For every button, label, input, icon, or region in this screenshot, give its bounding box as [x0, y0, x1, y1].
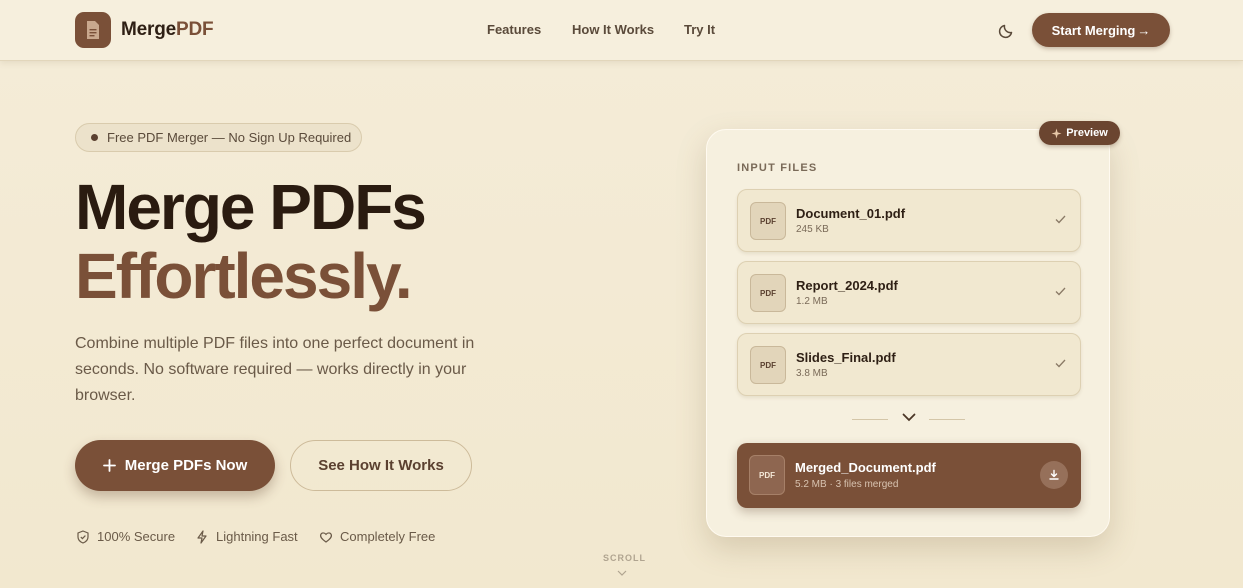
pdf-file-icon: PDF [749, 455, 785, 495]
plus-icon [102, 459, 116, 472]
merge-pdfs-now-button[interactable]: Merge PDFs Now [75, 440, 275, 491]
merge-pdfs-now-label: Merge PDFs Now [124, 457, 248, 474]
badge-text: Free PDF Merger — No Sign Up Required [107, 130, 352, 145]
hero-title-line1: Merge PDFs [75, 171, 427, 243]
input-files-label: INPUT FILES [737, 162, 818, 174]
check-icon [1055, 215, 1066, 224]
scroll-indicator[interactable]: SCROLL [603, 553, 646, 563]
site-header: MergePDF Features How It Works Try It St… [0, 0, 1243, 61]
download-icon [1049, 469, 1059, 480]
file-size: 245 KB [796, 224, 829, 235]
lightning-icon [197, 529, 207, 544]
pdf-file-icon: PDF [750, 202, 786, 240]
feature-free-label: Completely Free [340, 529, 436, 544]
feature-free: Completely Free [319, 529, 435, 544]
feature-fast-label: Lightning Fast [216, 529, 298, 544]
file-row[interactable]: PDF Report_2024.pdf 1.2 MB [737, 261, 1081, 324]
logo-icon[interactable] [75, 12, 111, 48]
file-name: Report_2024.pdf [796, 278, 898, 293]
heart-icon [319, 531, 333, 543]
check-icon [1055, 287, 1066, 296]
divider-left [852, 419, 888, 420]
file-name: Slides_Final.pdf [796, 350, 896, 365]
pdf-file-icon: PDF [750, 346, 786, 384]
merged-output-row[interactable]: PDF Merged_Document.pdf 5.2 MB · 3 files… [737, 443, 1081, 508]
feature-secure-label: 100% Secure [97, 529, 176, 544]
sparkle-icon [1051, 128, 1062, 138]
file-size: 1.2 MB [796, 296, 828, 307]
nav-link-try-it[interactable]: Try It [684, 22, 715, 37]
start-merging-label: Start Merging [1051, 22, 1136, 38]
arrow-right-icon: → [1137, 22, 1151, 38]
see-how-it-works-label: See How It Works [318, 457, 444, 474]
hero-badge: Free PDF Merger — No Sign Up Required [75, 123, 362, 152]
merged-file-name: Merged_Document.pdf [795, 460, 936, 475]
badge-dot [91, 134, 98, 141]
file-name: Document_01.pdf [796, 206, 906, 221]
nav-link-features[interactable]: Features [487, 22, 541, 37]
chevron-down-icon [902, 413, 916, 422]
preview-label: Preview [1066, 127, 1108, 139]
moon-icon[interactable] [998, 21, 1016, 39]
divider-right [929, 419, 965, 420]
hero-subtitle: Combine multiple PDF files into one perf… [75, 335, 475, 404]
scroll-chevron-icon [617, 570, 627, 576]
feature-fast: Lightning Fast [195, 529, 298, 544]
shield-icon [77, 529, 89, 544]
preview-badge: Preview [1039, 121, 1120, 145]
file-size: 3.8 MB [796, 368, 828, 379]
feature-secure: 100% Secure [76, 529, 175, 544]
merged-file-meta: 5.2 MB · 3 files merged [795, 479, 899, 490]
download-button[interactable] [1040, 461, 1068, 489]
nav-link-how-it-works[interactable]: How It Works [572, 22, 654, 37]
pdf-file-icon: PDF [750, 274, 786, 312]
hero-title-line2: Effortlessly. [75, 240, 413, 312]
start-merging-button[interactable]: Start Merging → [1032, 13, 1170, 47]
check-icon [1055, 359, 1066, 368]
file-row[interactable]: PDF Slides_Final.pdf 3.8 MB [737, 333, 1081, 396]
brand-name[interactable]: MergePDF [121, 19, 214, 41]
see-how-it-works-button[interactable]: See How It Works [290, 440, 472, 491]
file-row[interactable]: PDF Document_01.pdf 245 KB [737, 189, 1081, 252]
